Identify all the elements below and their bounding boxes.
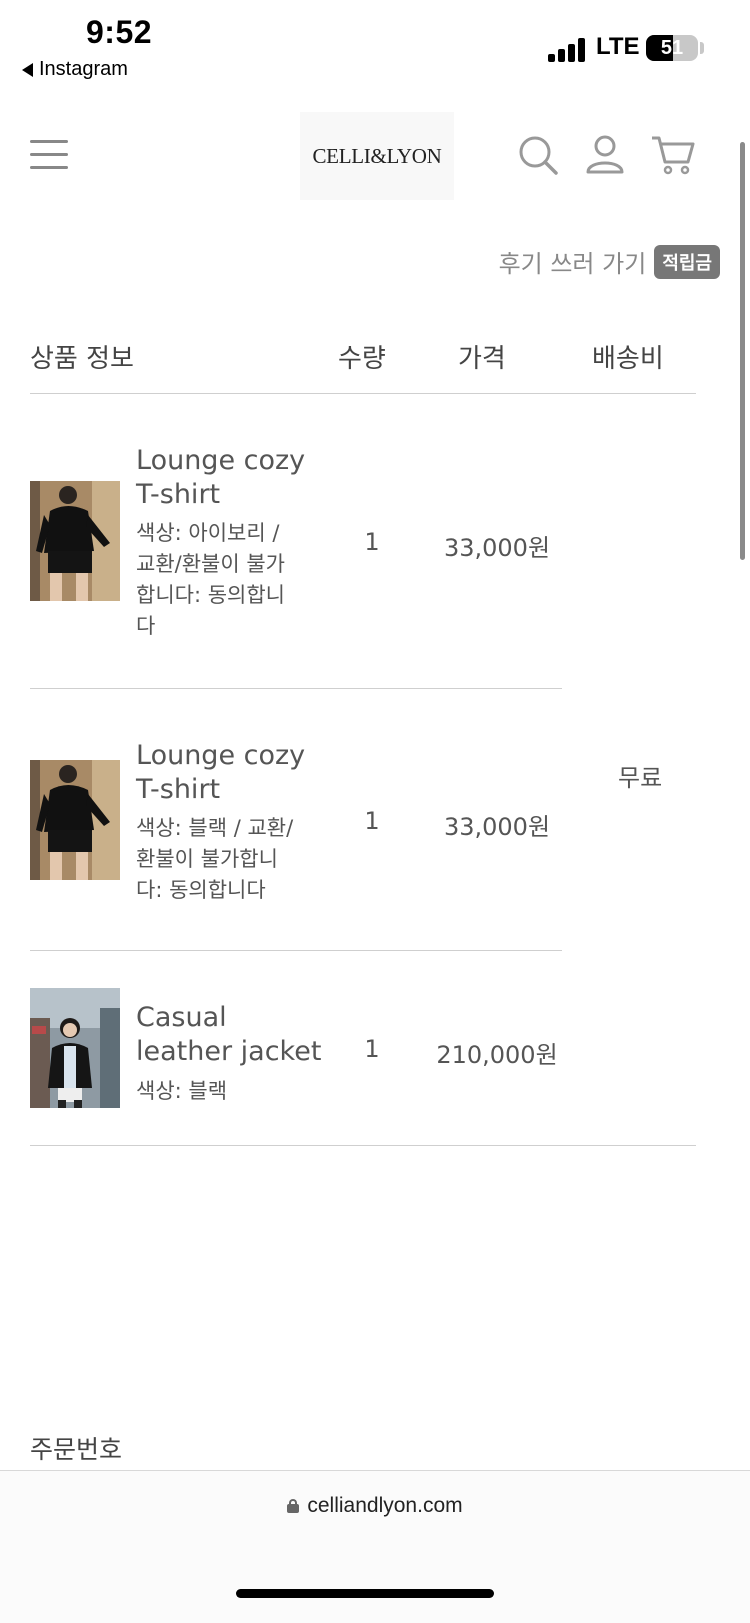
home-indicator[interactable] <box>236 1589 494 1598</box>
quantity-value: 1 <box>364 1035 380 1063</box>
price-value: 210,000원 <box>436 1041 558 1069</box>
column-header-price: 가격 <box>458 344 506 374</box>
price-value: 33,000원 <box>443 534 551 562</box>
price-value: 33,000원 <box>443 813 551 841</box>
status-time: 9:52 <box>86 14 153 50</box>
back-app-label: Instagram <box>39 58 128 80</box>
order-number-label: 주문번호 <box>30 1435 123 1464</box>
quantity-value: 1 <box>364 807 380 835</box>
product-thumbnail-image[interactable] <box>30 760 120 880</box>
column-header-quantity: 수량 <box>338 344 386 374</box>
table-bottom-divider <box>30 1145 696 1146</box>
order-detail-page: 9:52 Instagram LTE 51 CELLI&LYON 후기 쓰러 가 <box>0 0 750 1623</box>
battery-nub <box>700 42 704 54</box>
write-review-link[interactable]: 후기 쓰러 가기 <box>499 244 647 279</box>
back-to-instagram-link[interactable]: Instagram <box>22 58 128 81</box>
row-divider <box>30 950 562 951</box>
points-badge: 적립금 <box>654 244 720 279</box>
review-row: 후기 쓰러 가기 적립금 <box>499 244 720 279</box>
search-icon[interactable] <box>517 134 559 176</box>
back-arrow-icon <box>22 62 33 77</box>
site-logo[interactable]: CELLI&LYON <box>300 112 454 200</box>
header-divider <box>30 393 696 394</box>
hamburger-menu-icon[interactable] <box>30 140 68 170</box>
shipping-fee: 무료 <box>618 764 663 792</box>
scrollbar[interactable] <box>740 142 745 560</box>
product-name[interactable]: Lounge cozy T-shirt <box>136 739 305 807</box>
logo-text: CELLI&LYON <box>312 143 442 168</box>
product-options: 색상: 블랙 / 교환/ 환불이 불가합니 다: 동의합니다 <box>136 816 294 902</box>
cart-icon[interactable] <box>650 134 696 176</box>
product-name[interactable]: Casual leather jacket <box>136 1001 321 1069</box>
quantity-value: 1 <box>364 528 380 556</box>
battery-icon: 51 <box>646 35 698 61</box>
product-thumbnail-image[interactable] <box>30 481 120 601</box>
network-type: LTE <box>596 33 640 60</box>
cellular-signal-icon <box>548 38 586 62</box>
product-options: 색상: 아이보리 / 교환/환불이 불가 합니다: 동의합니 다 <box>136 521 285 638</box>
product-name[interactable]: Lounge cozy T-shirt <box>136 444 305 512</box>
column-header-product-info: 상품 정보 <box>30 344 134 374</box>
browser-bottom-bar <box>0 1470 750 1623</box>
account-icon[interactable] <box>584 134 626 176</box>
row-divider <box>30 688 562 689</box>
lock-icon <box>287 1499 300 1513</box>
column-header-shipping: 배송비 <box>592 344 664 374</box>
battery-percent: 51 <box>660 36 684 59</box>
address-bar[interactable]: celliandlyon.com <box>0 1494 750 1518</box>
product-thumbnail-image[interactable] <box>30 988 120 1108</box>
product-options: 색상: 블랙 <box>136 1079 228 1103</box>
url-text: celliandlyon.com <box>307 1494 463 1517</box>
